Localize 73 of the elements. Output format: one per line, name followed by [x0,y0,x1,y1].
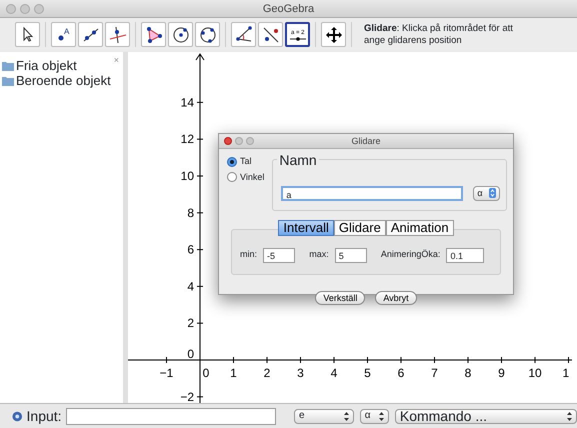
axis-tick-label: 10 [180,169,194,183]
radio-button[interactable] [227,172,237,182]
folder-icon [2,60,14,70]
stepper-icon [566,412,572,420]
radio-label: Tal [240,155,252,168]
tool-button[interactable] [231,22,256,47]
tool-button[interactable] [168,22,193,47]
move-arrows-icon [324,24,344,44]
folder-icon [2,76,14,86]
help-icon[interactable] [12,410,23,422]
axis-tick-label: 0 [202,366,210,380]
axis-tick-label: 6 [398,366,404,380]
axis-tick-label: 5 [364,366,371,380]
axis-tick-label: 8 [187,206,194,220]
group-legend: Namn [277,152,319,168]
axis-tick-label: 3 [297,366,304,380]
tab[interactable]: Glidare [334,220,386,236]
input-field[interactable] [66,408,276,424]
axis-tick-label: 12 [180,132,194,146]
angle-icon [234,24,254,44]
dialog-button[interactable]: Avbryt [375,291,417,305]
radio-label: Vinkel [240,170,264,184]
window-controls[interactable] [224,137,254,145]
reflect-icon [260,24,280,44]
stepper-icon [488,188,496,198]
field-label: AnimeringÖka: [380,248,440,262]
dropdown-select[interactable]: Kommando ... [394,408,577,424]
axis-tick-label: −2 [180,390,194,403]
folder-label[interactable]: Beroende objekt [16,73,111,88]
axis-tick-label: 8 [464,366,472,380]
dropdown-select[interactable]: α [360,408,389,424]
axis-tick-label: 2 [187,316,194,330]
axis-tick-label: 6 [187,242,194,257]
field-label: max: [309,248,329,262]
field-label: min: [240,248,258,262]
dialog-button[interactable]: Verkställ [315,291,366,305]
axis-tick-label: 4 [330,366,338,380]
tool-button[interactable] [78,22,103,47]
tool-button[interactable] [321,22,346,47]
window-title: GeoGebra [262,2,314,17]
circle-icon [170,24,190,44]
axis-tick-label: −1 [160,366,174,380]
tool-button[interactable] [141,22,166,47]
tool-help-text: Glidare: Klicka på ritområdet för att ange glidarens position [364,23,514,46]
tab[interactable]: Animation [386,220,454,236]
tool-button[interactable] [195,22,220,47]
axis-tick-label: 4 [187,279,194,294]
tool-button[interactable] [105,22,130,47]
axis-tick-label: 2 [264,366,270,380]
axis-tick-label: 1 [562,366,570,380]
tool-button[interactable] [15,22,40,47]
axis-tick-label: 7 [431,366,438,380]
symbol-select[interactable]: α [473,186,500,200]
input-field[interactable]: 5 [334,248,367,262]
axis-tick-label: 14 [180,95,194,110]
radio-button[interactable] [227,156,237,167]
tool-button[interactable] [258,22,283,47]
perpendicular-lines-icon [108,24,128,44]
input-label: Input: [26,406,62,426]
input-field[interactable]: 0.1 [446,248,484,262]
axis-tick-label: 1 [230,366,237,380]
dropdown-select[interactable]: e [294,408,354,424]
tab[interactable]: Intervall [278,220,334,236]
input-field[interactable]: -5 [263,248,296,262]
stepper-icon [378,412,384,420]
circle-three-points-icon [198,24,218,44]
axis-tick-label: 9 [498,366,505,380]
folder-label[interactable]: Fria objekt [16,58,77,73]
axis-tick-label: 0 [187,347,194,361]
name-field[interactable]: a [281,186,464,200]
axis-tick-label: 10 [528,366,542,380]
dialog-title: Glidare [351,135,380,148]
stepper-icon [344,412,349,420]
